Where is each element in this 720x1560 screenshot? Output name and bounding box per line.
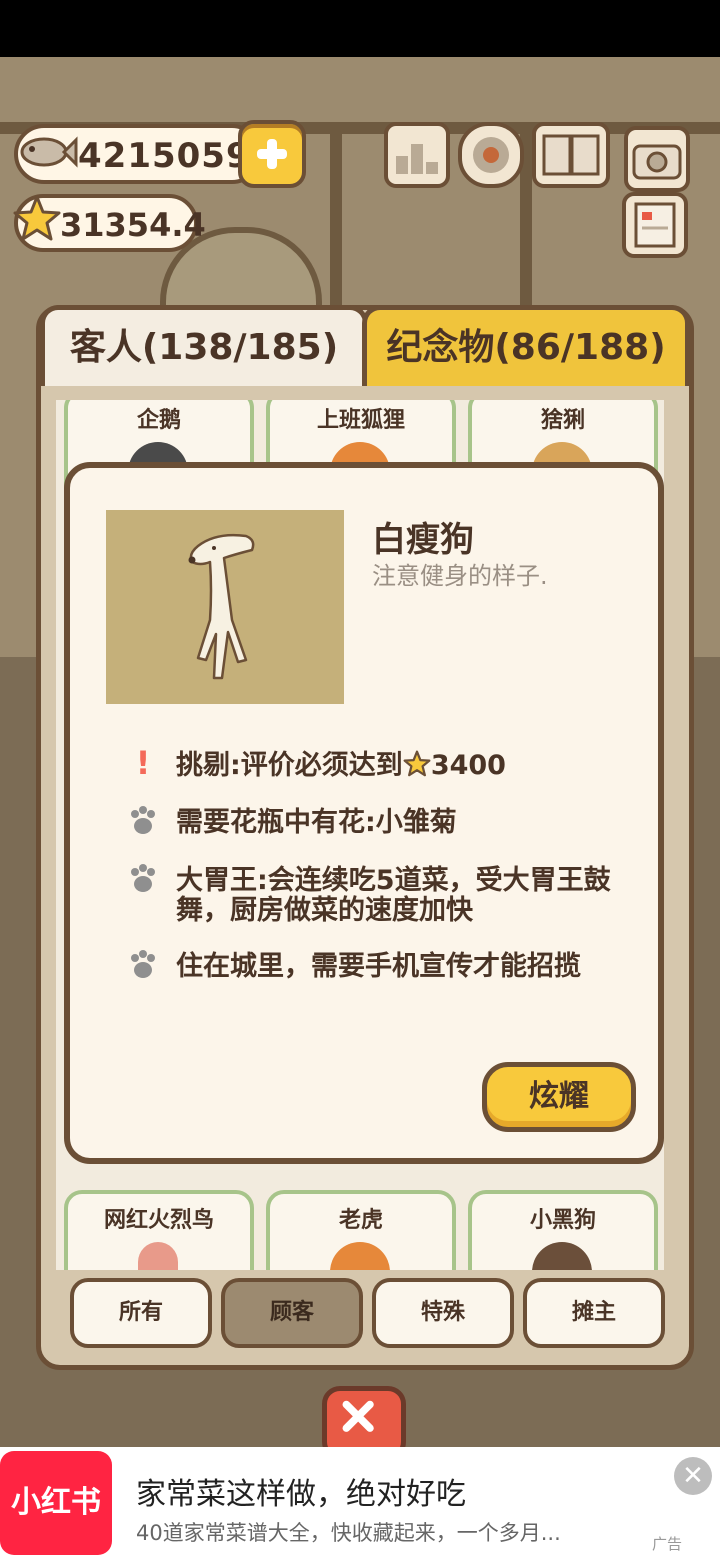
close-icon: ✕ xyxy=(682,1461,704,1491)
trait-picky-text: 挑剔:评价必须达到 xyxy=(176,750,403,781)
guest-description: 注意健身的样子. xyxy=(372,562,548,590)
filter-customers-button[interactable]: 顾客 xyxy=(221,1278,363,1348)
ranking-icon[interactable] xyxy=(384,122,450,188)
trait-picky: 挑剔:评价必须达到 3400 xyxy=(176,750,626,781)
star-value: 31354.4 xyxy=(60,206,206,244)
ad-subtitle: 40道家常菜谱大全，快收藏起来，一个多月... xyxy=(136,1521,561,1545)
star-icon xyxy=(403,750,431,777)
guest-card[interactable]: 老虎 xyxy=(266,1190,456,1270)
support-post xyxy=(330,134,342,314)
tiger-icon xyxy=(330,1242,390,1270)
paw-icon xyxy=(131,864,155,892)
filter-vendors-button[interactable]: 摊主 xyxy=(523,1278,665,1348)
trait-flower: 需要花瓶中有花:小雏菊 xyxy=(176,807,457,838)
status-bar xyxy=(0,0,720,57)
tab-souvenirs[interactable]: 纪念物(86/188) xyxy=(362,305,690,386)
guest-portrait xyxy=(106,510,344,704)
ad-label: 广告 xyxy=(652,1535,683,1553)
guest-card[interactable]: 网红火烈鸟 xyxy=(64,1190,254,1270)
guest-name: 上班狐狸 xyxy=(316,408,405,433)
ad-title: 家常菜这样做，绝对好吃 xyxy=(136,1477,466,1512)
settings-gear-icon[interactable] xyxy=(458,122,524,188)
guest-name: 猞猁 xyxy=(540,408,585,433)
notebook-icon[interactable] xyxy=(622,192,688,258)
star-rating: 31354.4 xyxy=(13,194,206,252)
filter-special-button[interactable]: 特殊 xyxy=(372,1278,514,1348)
paw-icon xyxy=(131,950,155,978)
trait-picky-value: 3400 xyxy=(430,750,506,781)
camera-icon[interactable] xyxy=(624,126,690,192)
ad-close-button[interactable]: ✕ xyxy=(674,1457,712,1495)
guest-name: 小黑狗 xyxy=(529,1208,596,1233)
guest-name-title: 白瘦狗 xyxy=(372,520,474,560)
trait-big-eater: 大胃王:会连续吃5道菜，受大胃王鼓舞，厨房做菜的速度加快 xyxy=(176,865,611,926)
ad-logo: 小红书 xyxy=(0,1451,112,1555)
filter-all-button[interactable]: 所有 xyxy=(70,1278,212,1348)
paw-icon xyxy=(131,806,155,834)
close-icon xyxy=(342,1400,374,1432)
tab-guests[interactable]: 客人(138/185) xyxy=(40,305,368,386)
guest-name: 网红火烈鸟 xyxy=(103,1208,214,1233)
star-icon xyxy=(13,195,61,241)
exclamation-icon: ! xyxy=(135,744,151,782)
trait-city: 住在城里，需要手机宣传才能招揽 xyxy=(176,951,581,982)
fish-icon xyxy=(20,136,78,168)
guest-detail-dialog: 白瘦狗 注意健身的样子. ! 挑剔:评价必须达到 3400 需要花瓶中有花:小雏菊… xyxy=(64,462,664,1164)
book-icon[interactable] xyxy=(532,122,610,188)
guest-card[interactable]: 小黑狗 xyxy=(468,1190,658,1270)
add-fish-button[interactable] xyxy=(238,120,306,188)
fish-currency: 4215059 xyxy=(14,124,262,184)
guest-name: 老虎 xyxy=(338,1208,383,1233)
ad-banner[interactable]: 小红书 家常菜这样做，绝对好吃 40道家常菜谱大全，快收藏起来，一个多月... … xyxy=(0,1447,720,1560)
white-dog-icon xyxy=(188,533,255,680)
guest-name: 企鹅 xyxy=(136,408,181,433)
fish-count: 4215059 xyxy=(78,136,251,176)
show-off-button[interactable]: 炫耀 xyxy=(482,1062,636,1132)
black-dog-icon xyxy=(532,1242,592,1270)
flamingo-icon xyxy=(138,1242,178,1270)
